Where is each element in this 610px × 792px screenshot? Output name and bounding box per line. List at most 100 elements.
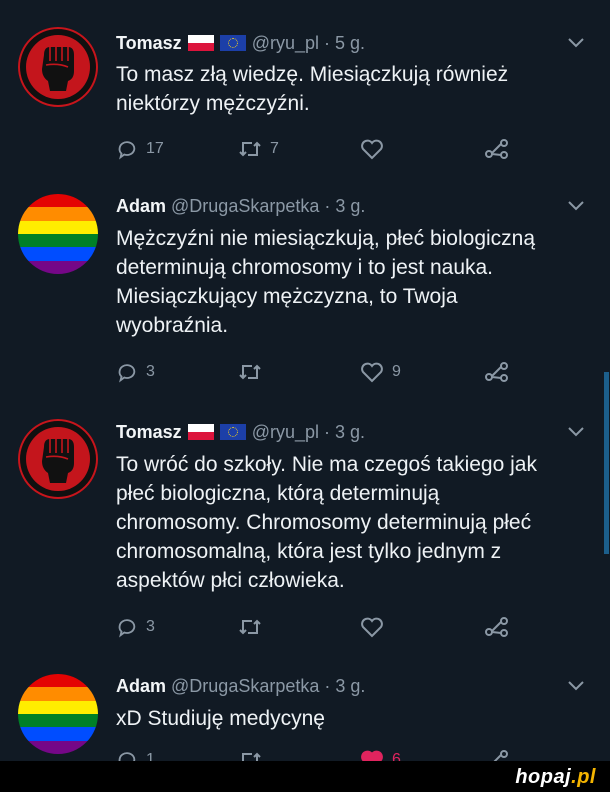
chevron-down-icon[interactable] [568,681,584,691]
tweet[interactable]: Adam @DrugaSkarpetka · 3 g. Mężczyźni ni… [0,190,600,420]
tweet-text-line: To wróć do szkoły. Nie ma czegoś takiego… [116,453,537,476]
reply-count: 3 [146,363,155,380]
tweet-text-line: aspektów płci człowieka. [116,569,345,592]
retweet-icon [239,141,261,157]
chevron-down-icon[interactable] [568,427,584,437]
reply-icon [118,141,136,160]
reply-icon [118,752,136,761]
reply-count: 3 [146,618,155,635]
tweet-actions: 3 9 [116,360,526,384]
chevron-down-icon[interactable] [568,38,584,48]
like-count: 6 [392,751,401,761]
author-name[interactable]: Adam [116,196,166,216]
watermark-logo: hopaj.pl [515,766,596,789]
raised-fist-icon [42,439,74,483]
retweet-button[interactable] [238,615,270,639]
share-button[interactable] [484,615,510,639]
tweet-text-line: Miesiączkujący mężczyzna, to Twoja [116,285,458,308]
author-handle[interactable]: @DrugaSkarpetka [171,196,319,216]
tweet-header: Adam @DrugaSkarpetka · 3 g. [116,196,365,217]
poland-flag-icon [187,35,214,51]
tweet[interactable]: Tomasz @ryu_pl · 3 g. To wróć do szkoły. … [0,415,600,675]
share-icon [493,750,508,761]
like-count: 9 [392,363,401,380]
rainbow-avatar[interactable] [18,194,98,274]
share-button[interactable] [484,137,510,161]
raised-fist-avatar[interactable] [18,27,98,107]
retweet-icon [239,364,261,380]
tweet-text: To masz złą wiedzę. Miesiączkują również… [116,60,596,118]
timestamp[interactable]: 3 g. [335,196,365,216]
heart-icon [361,617,383,638]
retweet-icon [239,619,261,635]
author-name[interactable]: Tomasz [116,422,182,442]
timestamp[interactable]: 5 g. [335,33,365,53]
reply-button[interactable]: 17 [116,137,164,161]
tweet-text-line: determinują chromosomy i to jest nauka. [116,256,494,279]
heart-icon [361,139,383,160]
author-name[interactable]: Adam [116,676,166,696]
poland-flag-icon [187,424,214,440]
reply-button[interactable]: 3 [116,360,155,384]
author-handle[interactable]: @ryu_pl [252,422,319,442]
reply-button[interactable]: 3 [116,615,155,639]
reply-icon [118,364,136,383]
author-handle[interactable]: @DrugaSkarpetka [171,676,319,696]
separator-dot: · [324,422,331,442]
separator-dot: · [324,33,331,53]
rainbow-avatar[interactable] [18,674,98,754]
separator-dot: · [324,196,331,216]
tweet[interactable]: Tomasz @ryu_pl · 5 g. To masz złą wiedzę.… [0,0,600,190]
retweet-button[interactable] [238,360,270,384]
share-button[interactable] [484,748,510,761]
tweet-text-line: To masz złą wiedzę. Miesiączkują również [116,63,509,86]
tweet-text: Mężczyźni nie miesiączkują, płeć biologi… [116,224,596,340]
retweet-count: 7 [270,140,279,157]
tweet-text-line: xD Studiuję medycynę [116,707,325,730]
scrollbar[interactable] [604,372,609,554]
eu-flag-icon [219,35,246,51]
chevron-down-icon[interactable] [568,201,584,211]
watermark-name: hopaj [515,766,572,788]
like-button[interactable]: 9 [360,360,401,384]
tweet-header: Tomasz @ryu_pl · 3 g. [116,422,365,443]
tweet-text-line: chromosomy. Chromosomy determinują płeć [116,511,532,534]
retweet-icon [242,752,261,761]
tweet-actions: 3 [116,615,526,639]
author-handle[interactable]: @ryu_pl [252,33,319,53]
reply-count: 17 [146,140,164,157]
tweet-text-line: niektórzy mężczyźni. [116,92,310,115]
like-button[interactable] [360,137,392,161]
separator-dot: · [324,676,331,696]
timestamp[interactable]: 3 g. [335,422,365,442]
like-button[interactable] [360,615,392,639]
tweet-text: To wróć do szkoły. Nie ma czegoś takiego… [116,450,596,595]
tweet-text-line: wyobraźnia. [116,314,229,337]
heart-filled-icon [361,750,383,761]
reply-count: 1 [146,751,155,761]
timestamp[interactable]: 3 g. [335,676,365,696]
share-icon [485,139,508,159]
tweet[interactable]: Adam @DrugaSkarpetka · 3 g. xD Studiuję … [0,672,600,761]
heart-icon [361,362,383,383]
tweet-text-line: chromosomalną, która jest tylko jednym z [116,540,502,563]
tweet-text: xD Studiuję medycynę [116,704,596,733]
tweet-text-line: Mężczyźni nie miesiączkują, płeć biologi… [116,227,536,250]
tweet-header: Adam @DrugaSkarpetka · 3 g. [116,676,365,697]
like-button[interactable]: 6 [360,748,401,761]
raised-fist-icon [42,47,74,91]
author-name[interactable]: Tomasz [116,33,182,53]
reply-icon [118,619,136,638]
watermark-tld: .pl [571,766,596,788]
retweet-button[interactable]: 7 [238,137,279,161]
raised-fist-avatar[interactable] [18,419,98,499]
retweet-button[interactable] [238,748,270,761]
share-icon [485,362,508,382]
tweet-actions: 17 7 [116,137,526,161]
tweet-header: Tomasz @ryu_pl · 5 g. [116,33,365,54]
tweet-actions: 1 6 [116,748,526,761]
share-icon [485,617,508,637]
tweet-text-line: płeć biologiczna, którą determinują [116,482,440,505]
reply-button[interactable]: 1 [116,748,155,761]
share-button[interactable] [484,360,510,384]
